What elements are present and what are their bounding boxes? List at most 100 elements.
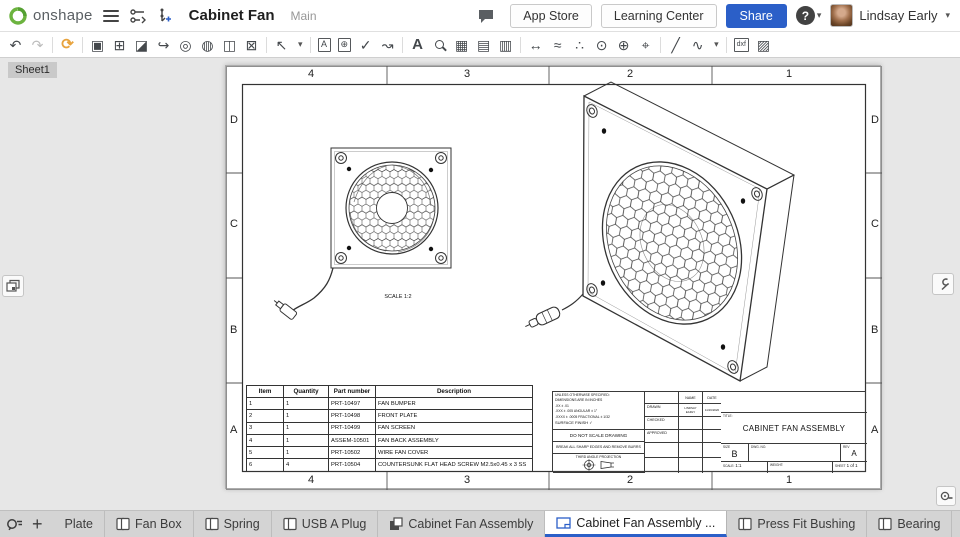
versions-icon[interactable] <box>129 8 147 24</box>
text-icon[interactable]: A <box>410 37 425 52</box>
crop-view-icon[interactable]: ⊠ <box>244 38 259 52</box>
zone-label: 3 <box>464 474 470 486</box>
help-icon: ? <box>796 6 815 25</box>
chamfer-dimension-icon[interactable]: ∴ <box>572 38 587 52</box>
rollback-icon[interactable]: ⟳ <box>60 37 75 52</box>
bom-header: Quantity <box>284 386 329 398</box>
dimension-icon[interactable]: ↔ <box>528 38 543 52</box>
insert-document-icon[interactable] <box>157 7 171 25</box>
comments-icon[interactable] <box>477 8 495 24</box>
revision: A <box>843 449 865 458</box>
radial-dimension-icon[interactable]: ⊙ <box>594 38 609 52</box>
learning-center-button[interactable]: Learning Center <box>601 4 717 28</box>
help-menu[interactable]: ? ▾ <box>796 6 822 25</box>
zone-label: D <box>871 114 879 126</box>
drawing-sheet[interactable]: 4 3 2 1 4 3 2 1 D C B A D C B A SCALE 1:… <box>225 65 881 489</box>
add-tab-button[interactable]: + <box>27 514 48 535</box>
zone-label: 1 <box>786 68 792 80</box>
checkmark-icon[interactable]: ✓ <box>358 38 373 52</box>
tab-label: Plate <box>65 517 94 531</box>
main-menu-icon[interactable] <box>103 10 119 22</box>
sheet-tab[interactable]: Sheet1 <box>8 62 57 78</box>
bend-note-icon[interactable]: ↝ <box>380 38 395 52</box>
part-studio-icon <box>116 517 130 531</box>
chevron-down-icon[interactable]: ▾ <box>714 39 719 50</box>
zone-label: 4 <box>308 474 314 486</box>
tab-label: USB A Plug <box>302 517 367 531</box>
ordinate-dimension-icon[interactable]: ≈ <box>550 38 565 52</box>
rev-cell: REV A <box>841 444 867 462</box>
drawing-canvas[interactable]: Sheet1 <box>0 58 960 510</box>
avatar <box>830 4 853 27</box>
drawing-icon <box>556 516 571 530</box>
user-menu[interactable]: Lindsay Early ▾ <box>830 4 950 27</box>
sheet-cell: SHEET 1 of 1 <box>833 462 867 473</box>
view-scale-label: SCALE 1:2 <box>368 294 428 300</box>
tab-bearing[interactable]: Bearing <box>867 511 952 537</box>
tab-press-fit-bushing[interactable]: Press Fit Bushing <box>727 511 867 537</box>
callout-icon[interactable]: ↖ <box>274 38 289 52</box>
insert-view-icon[interactable]: ▣ <box>90 38 105 52</box>
section-view-icon[interactable]: ↪ <box>156 38 171 52</box>
tab-cabinet-fan-assembly-drawing[interactable]: Cabinet Fan Assembly ... <box>545 511 727 537</box>
document-title: Cabinet Fan <box>189 7 275 24</box>
detail-view-icon[interactable]: ◎ <box>178 38 193 52</box>
line-icon[interactable]: ╱ <box>668 38 683 52</box>
share-button[interactable]: Share <box>726 4 787 28</box>
export-dxf-icon[interactable]: dxf <box>734 38 749 52</box>
revision-table-icon[interactable]: ▥ <box>498 38 513 52</box>
balloon-icon[interactable]: ⊕ <box>338 38 352 52</box>
title-label: TITLE: <box>723 414 865 418</box>
bom-table-icon[interactable]: ▤ <box>476 38 491 52</box>
tab-manager-icon[interactable] <box>6 517 23 532</box>
table-icon[interactable]: ▦ <box>454 38 469 52</box>
undo-icon[interactable]: ↶ <box>8 38 23 52</box>
bom-header: Item <box>247 386 284 398</box>
center-mark-icon[interactable]: ⊕ <box>616 38 631 52</box>
tab-cad-imports[interactable]: CAD Imports <box>952 511 960 537</box>
top-bar: onshape Cabinet Fan Main <box>0 0 960 32</box>
tolerance-notes: UNLESS OTHERWISE SPECIFIED: DIMENSIONS A… <box>553 392 645 430</box>
note-icon[interactable]: A <box>318 38 331 52</box>
tab-label: Cabinet Fan Assembly ... <box>576 516 715 530</box>
tab-cabinet-fan-assembly[interactable]: Cabinet Fan Assembly <box>378 511 545 537</box>
bom-header: Part number <box>329 386 376 398</box>
measure-tool[interactable] <box>936 486 956 506</box>
weight-cell: WEIGHT: <box>768 462 833 473</box>
title-block[interactable]: UNLESS OTHERWISE SPECIFIED: DIMENSIONS A… <box>552 391 866 472</box>
approved-label: APPROVED <box>645 430 679 443</box>
isometric-view[interactable] <box>523 82 794 381</box>
tab-usb-a-plug[interactable]: USB A Plug <box>272 511 379 537</box>
configuration-panel-toggle[interactable] <box>932 273 954 295</box>
chevron-down-icon[interactable]: ▾ <box>298 39 303 50</box>
sheets-icon <box>6 279 20 293</box>
spline-icon[interactable]: ∿ <box>690 38 705 52</box>
table-row: 64PRT-10504COUNTERSUNK FLAT HEAD SCREW M… <box>247 459 533 471</box>
broken-out-section-icon[interactable]: ◍ <box>200 38 215 52</box>
tab-label: Spring <box>224 517 260 531</box>
part-studio-icon <box>205 517 219 531</box>
break-edges-note: BREAK ALL SHARP EDGES AND REMOVE BURRS <box>553 442 645 454</box>
auxiliary-view-icon[interactable]: ◪ <box>134 38 149 52</box>
sheet-number: 1 of 1 <box>847 463 858 468</box>
centerline-icon[interactable]: ⌖ <box>638 38 653 52</box>
sheets-panel-toggle[interactable] <box>2 275 24 297</box>
redo-icon[interactable]: ↷ <box>30 38 45 52</box>
drawn-name: LINDSAY EARLY <box>679 404 703 417</box>
insert-image-icon[interactable]: ▨ <box>756 38 771 52</box>
tab-fan-box[interactable]: Fan Box <box>105 511 194 537</box>
tab-spring[interactable]: Spring <box>194 511 272 537</box>
break-view-icon[interactable]: ◫ <box>222 38 237 52</box>
zone-label: 2 <box>627 474 633 486</box>
tab-label: Press Fit Bushing <box>757 517 855 531</box>
app-store-button[interactable]: App Store <box>510 4 592 28</box>
onshape-logo[interactable]: onshape <box>8 6 93 26</box>
tape-measure-icon <box>940 490 953 503</box>
wrench-icon <box>936 277 950 291</box>
bom-table[interactable]: Item Quantity Part number Description 11… <box>246 385 533 472</box>
zone-label: D <box>230 114 238 126</box>
tab-plate[interactable]: Plate <box>54 511 106 537</box>
detail-zoom-icon[interactable] <box>432 40 447 49</box>
date-column-header: DATE <box>703 392 721 404</box>
projected-view-icon[interactable]: ⊞ <box>112 38 127 52</box>
